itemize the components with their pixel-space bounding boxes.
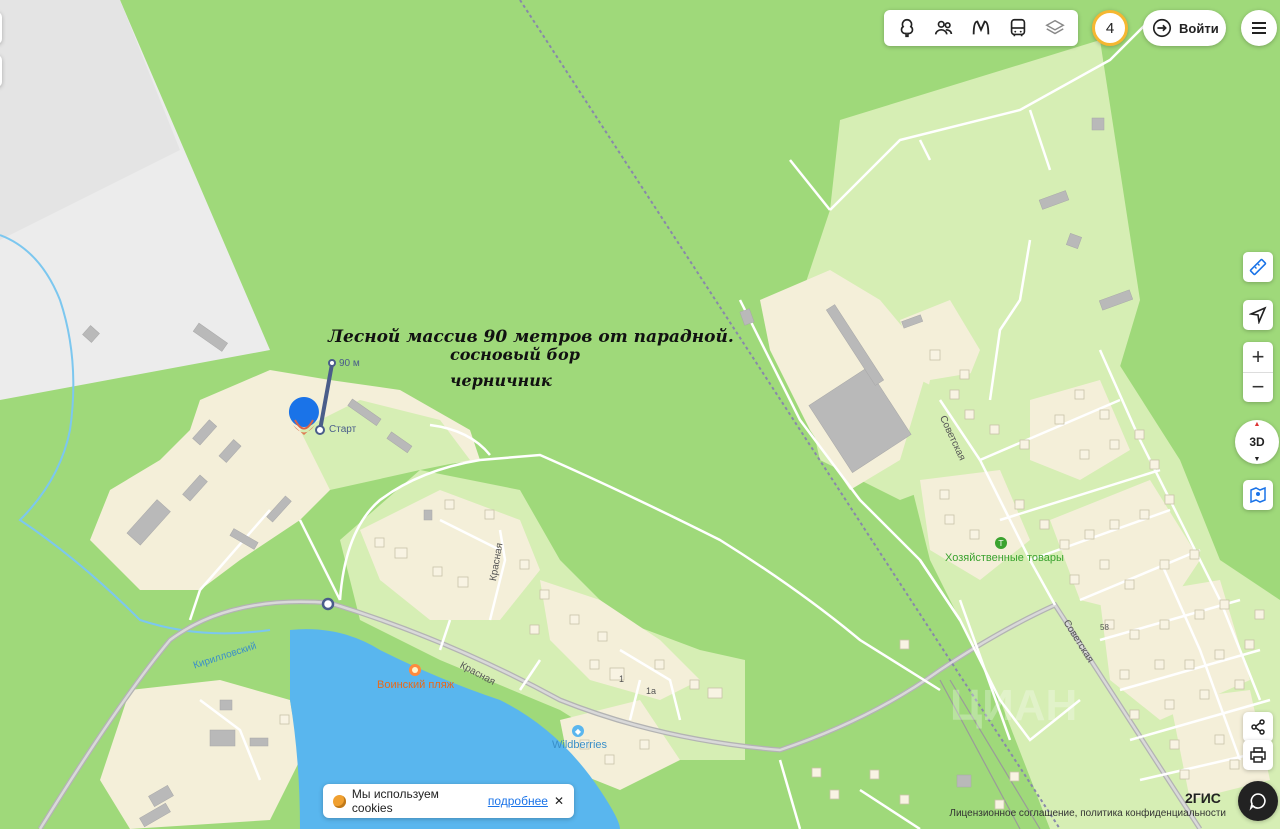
cookie-banner: Мы используем cookies подробнее ✕ bbox=[323, 784, 574, 818]
share-icon bbox=[1251, 719, 1265, 735]
house-number: 58 bbox=[1100, 623, 1109, 632]
poi-hardware-store[interactable]: Хозяйственные товары bbox=[945, 552, 1064, 564]
menu-button[interactable] bbox=[1241, 10, 1277, 46]
map-layers-toolbar bbox=[884, 10, 1078, 46]
login-button[interactable]: Войти bbox=[1143, 10, 1226, 46]
menu-icon bbox=[1252, 22, 1266, 34]
svg-text:◆: ◆ bbox=[575, 727, 582, 736]
cookie-text: Мы используем cookies bbox=[351, 787, 439, 815]
house-number: 1а bbox=[646, 686, 657, 696]
compass-south-icon: ▼ bbox=[1253, 456, 1261, 463]
cookie-icon bbox=[333, 794, 346, 808]
svg-text:ЦИАН: ЦИАН bbox=[950, 681, 1077, 730]
zoom-out-button[interactable]: − bbox=[1243, 373, 1273, 403]
notifications-count: 4 bbox=[1105, 19, 1115, 37]
login-icon bbox=[1152, 18, 1172, 38]
left-panel-button-1[interactable] bbox=[0, 12, 2, 44]
people-icon[interactable] bbox=[929, 13, 959, 43]
3d-view-button[interactable]: 3D ▲ ▼ bbox=[1235, 420, 1279, 464]
tree-icon[interactable] bbox=[892, 13, 922, 43]
cookie-more-link[interactable]: подробнее bbox=[488, 794, 548, 808]
login-label: Войти bbox=[1179, 20, 1219, 36]
chat-bubble-icon bbox=[1249, 793, 1266, 811]
route-distance-label: 90 м bbox=[339, 358, 360, 369]
print-icon bbox=[1250, 747, 1266, 763]
house-number: 1 bbox=[619, 674, 625, 684]
map-pin-plus-icon bbox=[1250, 486, 1266, 504]
annotation-line-1: Лесной массив 90 метров от парадной. bbox=[328, 327, 734, 347]
svg-text:T: T bbox=[998, 539, 1004, 548]
chat-button[interactable] bbox=[1238, 781, 1278, 821]
share-button[interactable] bbox=[1243, 712, 1273, 742]
add-place-button[interactable] bbox=[1243, 480, 1273, 510]
poi-beach[interactable]: Воинский пляж bbox=[377, 679, 454, 691]
zoom-controls: + − bbox=[1243, 342, 1273, 402]
legal-links[interactable]: Лицензионное соглашение, политика конфид… bbox=[949, 808, 1226, 819]
route-start-label: Старт bbox=[329, 424, 357, 435]
ruler-button[interactable] bbox=[1243, 252, 1273, 282]
zoom-in-button[interactable]: + bbox=[1243, 342, 1273, 373]
print-button[interactable] bbox=[1243, 740, 1273, 770]
compass-north-icon: ▲ bbox=[1253, 421, 1261, 428]
navigation-arrow-icon bbox=[1249, 306, 1267, 324]
my-location-button[interactable] bbox=[1243, 300, 1273, 330]
notifications-badge[interactable]: 4 bbox=[1092, 10, 1128, 46]
ruler-icon bbox=[1249, 258, 1267, 276]
annotation-line-3: черничник bbox=[450, 371, 552, 390]
metro-icon[interactable] bbox=[966, 13, 996, 43]
map-canvas[interactable]: T ◆ ЦИАН bbox=[0, 0, 1280, 829]
brand-logo: 2ГИС bbox=[1185, 790, 1221, 806]
left-panel-button-2[interactable] bbox=[0, 55, 2, 87]
cookie-close-icon[interactable]: ✕ bbox=[554, 794, 564, 808]
poi-wildberries[interactable]: Wildberries bbox=[552, 739, 607, 751]
annotation-line-2: сосновый бор bbox=[450, 345, 580, 364]
bus-icon[interactable] bbox=[1003, 13, 1033, 43]
layers-icon[interactable] bbox=[1040, 13, 1070, 43]
3d-label: 3D bbox=[1249, 435, 1265, 449]
